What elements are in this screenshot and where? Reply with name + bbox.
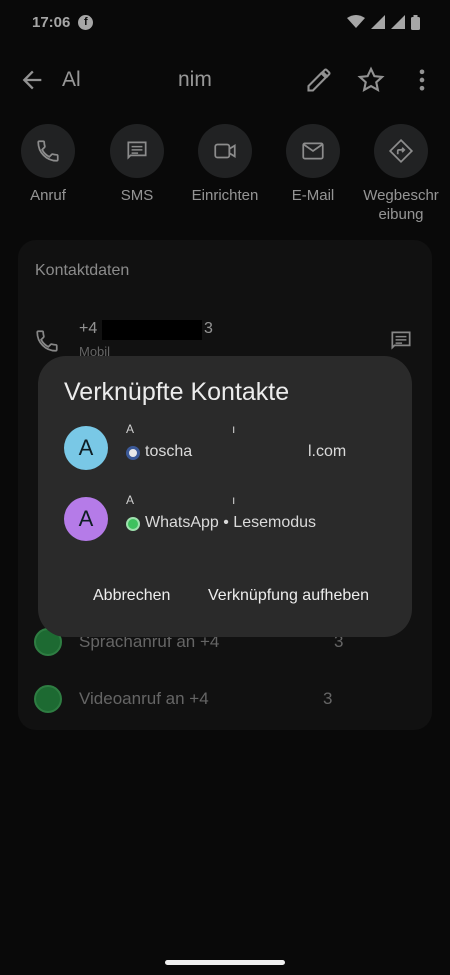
contact-name-end: ı — [232, 422, 236, 436]
contact-name-end: ı — [232, 493, 236, 507]
avatar: A — [64, 497, 108, 541]
contact-source: toscha — [145, 443, 193, 460]
avatar: A — [64, 426, 108, 470]
linked-contact-item[interactable]: A A ı WhatsApp • Lesemodus — [64, 493, 394, 547]
whatsapp-icon — [126, 517, 140, 531]
contact-source-end: l.com — [308, 443, 347, 460]
cancel-button[interactable]: Abbrechen — [93, 587, 170, 605]
linked-contact-item[interactable]: A A ı toscha l.com — [64, 422, 394, 476]
contact-name-start: A — [126, 422, 135, 436]
contact-source: WhatsApp • Lesemodus — [145, 514, 317, 531]
gesture-nav-handle[interactable] — [165, 960, 285, 965]
linked-contacts-dialog: Verknüpfte Kontakte A A ı toscha l.com A… — [38, 356, 412, 637]
account-source-icon — [126, 446, 140, 460]
unlink-button[interactable]: Verknüpfung aufheben — [208, 587, 369, 605]
dialog-title: Verknüpfte Kontakte — [64, 378, 290, 406]
contact-name-start: A — [126, 493, 135, 507]
